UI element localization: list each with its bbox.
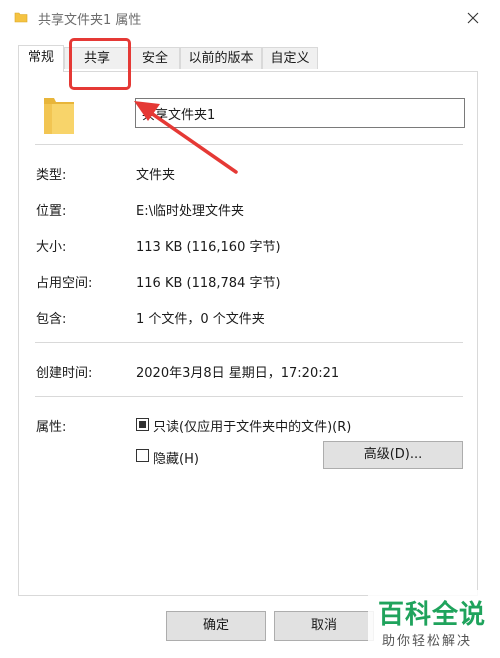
folder-name-input[interactable]	[135, 98, 465, 128]
contains-label: 包含:	[36, 312, 67, 327]
hidden-checkbox[interactable]	[136, 449, 149, 462]
window-title: 共享文件夹1 属性	[38, 13, 142, 28]
readonly-label: 只读(仅应用于文件夹中的文件)(R)	[153, 420, 352, 435]
size-label: 大小:	[36, 240, 67, 255]
type-value: 文件夹	[136, 168, 176, 183]
tab-customize[interactable]: 自定义	[262, 47, 318, 69]
general-panel: 类型: 文件夹 位置: E:\临时处理文件夹 大小: 113 KB (116,1…	[18, 71, 478, 596]
created-label: 创建时间:	[36, 366, 93, 381]
hidden-label: 隐藏(H)	[153, 452, 199, 467]
size-value: 113 KB (116,160 字节)	[136, 240, 281, 255]
watermark-logo: 百科全说 助你轻松解决	[368, 590, 500, 658]
readonly-checkbox[interactable]	[136, 418, 149, 431]
divider	[35, 342, 463, 343]
type-label: 类型:	[36, 168, 67, 183]
divider	[35, 144, 463, 145]
location-value: E:\临时处理文件夹	[136, 204, 244, 219]
tab-sharing[interactable]: 共享	[64, 47, 130, 69]
ok-button[interactable]: 确定	[166, 611, 266, 641]
cancel-button[interactable]: 取消	[274, 611, 374, 641]
size-on-disk-label: 占用空间:	[36, 276, 93, 291]
title-bar: 共享文件夹1 属性	[0, 0, 500, 36]
contains-value: 1 个文件，0 个文件夹	[136, 312, 265, 327]
watermark-main-text: 百科全说	[378, 600, 487, 630]
divider	[35, 396, 463, 397]
created-value: 2020年3月8日 星期日，17:20:21	[136, 366, 340, 381]
size-on-disk-value: 116 KB (118,784 字节)	[136, 276, 281, 291]
tab-general[interactable]: 常规	[18, 45, 64, 72]
folder-icon	[14, 12, 28, 23]
tab-strip: 常规 共享 安全 以前的版本 自定义	[18, 45, 478, 72]
close-icon[interactable]	[460, 6, 486, 30]
attributes-label: 属性:	[36, 420, 67, 435]
advanced-button[interactable]: 高级(D)...	[323, 441, 463, 469]
tab-previous-versions[interactable]: 以前的版本	[180, 47, 262, 69]
folder-large-icon	[44, 98, 74, 134]
watermark-sub-text: 助你轻松解决	[382, 634, 473, 649]
location-label: 位置:	[36, 204, 67, 219]
tab-security[interactable]: 安全	[130, 47, 180, 69]
